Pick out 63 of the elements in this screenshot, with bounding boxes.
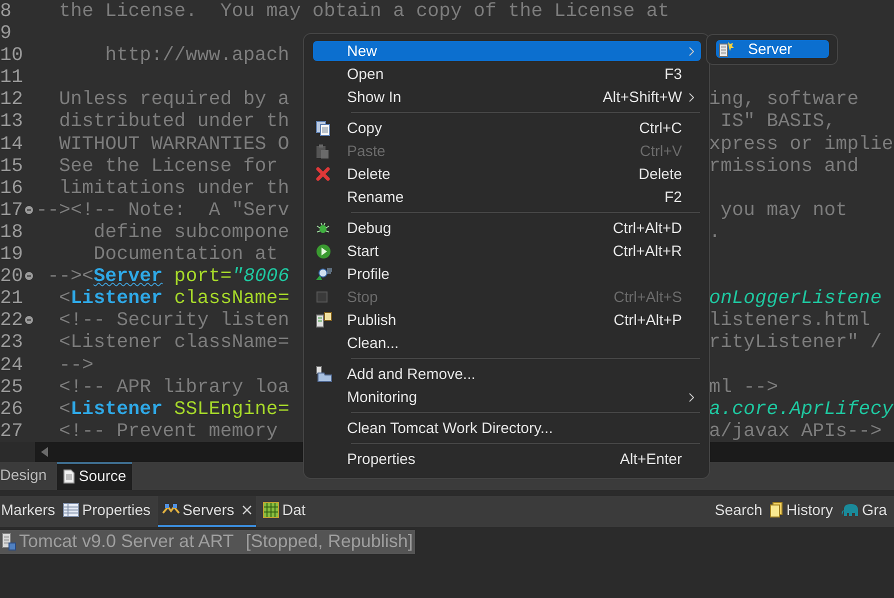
line-number: 15 xyxy=(0,154,24,177)
code-text: <Listener SSLEngine= xyxy=(58,398,290,420)
line-number: 22 xyxy=(0,309,24,332)
code-text: IS" BASIS, xyxy=(720,110,836,132)
code-text: See the License for xyxy=(58,154,278,177)
code-text: rityListener" / xyxy=(709,331,882,354)
line-number: 9 xyxy=(0,22,13,44)
code-text: <!-- APR library loa xyxy=(58,376,290,398)
status-label: [Stopped, Republish] xyxy=(246,531,413,552)
code-text: WITHOUT WARRANTIES O xyxy=(58,132,290,155)
shortcut-label: Ctrl+V xyxy=(640,142,682,160)
line-number: 12 xyxy=(0,88,24,110)
shortcut-label: Delete xyxy=(638,166,682,182)
line-number: 20 xyxy=(0,265,24,288)
code-text: Documentation at xyxy=(92,243,278,266)
line-number: 16 xyxy=(0,176,24,199)
code-text: ing, software xyxy=(709,88,859,110)
line-number: 18 xyxy=(0,220,24,244)
line-number: 21 xyxy=(0,287,24,310)
shortcut-label: Ctrl+C xyxy=(639,120,682,136)
code-text: http://www.apach xyxy=(104,44,290,66)
line-number: 23 xyxy=(0,331,24,354)
code-text: <Listener className= xyxy=(58,331,290,354)
line-number: 8 xyxy=(0,0,13,22)
line-number: 11 xyxy=(0,66,24,88)
shortcut-label: Ctrl+Alt+P xyxy=(614,312,682,328)
code-warning: Server xyxy=(94,265,163,288)
code-text: --> xyxy=(58,354,94,376)
shortcut-label: Alt+Enter xyxy=(620,450,682,468)
code-text: --><!-- Note: A "Serv xyxy=(36,198,290,221)
shortcut-label: F3 xyxy=(664,66,682,82)
shortcut-label: Alt+Shift+W xyxy=(602,88,682,106)
code-text: Unless required by a xyxy=(58,88,290,110)
code-text: a/javax APIs--> xyxy=(709,420,882,442)
shortcut-label: Ctrl+Alt+R xyxy=(612,242,682,260)
line-number: 25 xyxy=(0,376,24,398)
code-text: rmissions and xyxy=(709,154,859,177)
code-text: define subcompone xyxy=(92,220,290,243)
code-text: distributed under th xyxy=(58,110,290,132)
code-text: ml --> xyxy=(709,376,778,398)
code-text: . xyxy=(709,220,721,243)
shortcut-label: F2 xyxy=(664,188,682,206)
shortcut-label: Ctrl+Alt+D xyxy=(612,220,682,236)
code-text: <!-- Security listen xyxy=(58,309,290,332)
code-text: --><Server port="8006 xyxy=(46,265,290,288)
code-text: listeners.html xyxy=(709,309,870,332)
line-number: 10 xyxy=(0,44,24,66)
code-text: <!-- Prevent memory xyxy=(58,420,278,442)
code-text: onLoggerListene xyxy=(709,287,882,310)
code-text: limitations under th xyxy=(58,176,290,199)
code-text: the License. You may obtain a copy of the License at xyxy=(58,0,670,22)
code-text: <Listener className= xyxy=(58,287,290,310)
line-number: 27 xyxy=(0,420,24,442)
code-text: xpress or implie xyxy=(709,132,894,155)
line-number: 13 xyxy=(0,110,24,133)
line-number: 19 xyxy=(0,243,24,266)
line-number: 14 xyxy=(0,132,24,155)
line-number: 26 xyxy=(0,398,24,420)
code-text: a.core.AprLifecy xyxy=(709,398,894,420)
code-text: you may not xyxy=(720,198,848,221)
line-number: 17 xyxy=(0,198,24,221)
shortcut-label: Ctrl+Alt+S xyxy=(614,288,682,306)
line-number: 24 xyxy=(0,354,24,376)
